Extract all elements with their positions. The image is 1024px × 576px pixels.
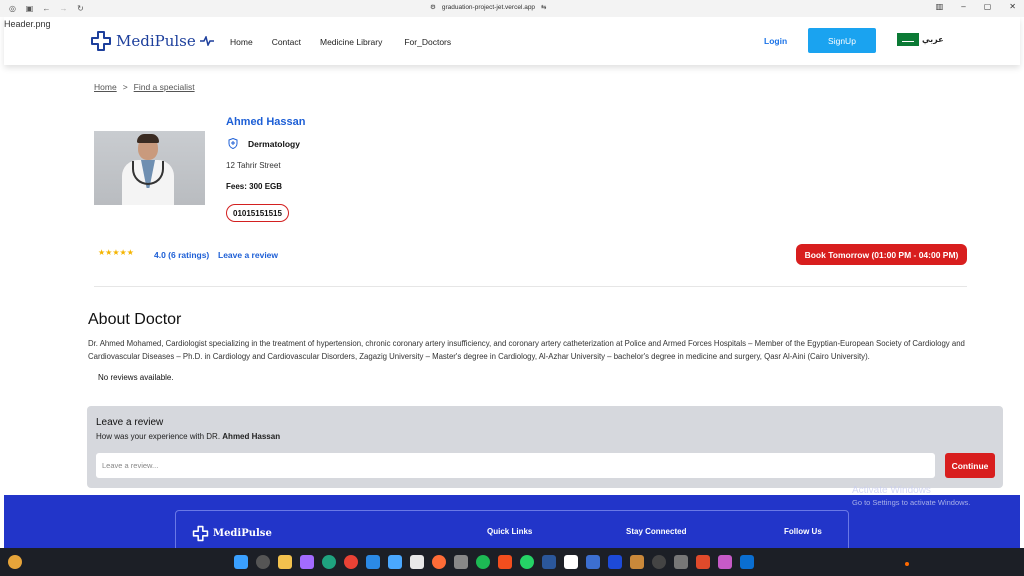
start-icon[interactable] xyxy=(234,555,248,569)
tabs-icon[interactable]: ▣ xyxy=(25,4,34,13)
doctor-photo xyxy=(94,131,205,205)
footer-logo[interactable]: MediPulse xyxy=(192,525,272,542)
nav-medicine-library[interactable]: Medicine Library xyxy=(320,37,382,47)
leave-review-link[interactable]: Leave a review xyxy=(218,250,278,260)
saudi-flag-icon[interactable] xyxy=(897,33,919,46)
phone-link-icon[interactable] xyxy=(674,555,688,569)
taskbar-apps xyxy=(234,555,754,569)
brave-icon[interactable] xyxy=(696,555,710,569)
review-subtitle: How was your experience with DR. Ahmed H… xyxy=(96,432,280,441)
doctor-fees: Fees: 300 EGB xyxy=(226,182,283,191)
store-icon[interactable] xyxy=(410,555,424,569)
nav-home[interactable]: Home xyxy=(230,37,253,47)
minimize-icon[interactable]: – xyxy=(961,2,965,11)
review-title: Leave a review xyxy=(96,417,164,428)
browser-toolbar: ◎ ▣ ← → ↻ ⚙ graduation-project-jet.verce… xyxy=(0,0,1024,17)
doctor-address: 12 Tahrir Street xyxy=(226,161,281,170)
about-text: Dr. Ahmed Mohamed, Cardiologist speciali… xyxy=(88,339,965,361)
outlook-icon[interactable] xyxy=(740,555,754,569)
notion-icon[interactable] xyxy=(564,555,578,569)
main-nav: Home Contact Medicine Library For_Doctor… xyxy=(230,37,451,47)
review-panel: Leave a review How was your experience w… xyxy=(87,406,1003,488)
pulse-icon xyxy=(199,36,214,46)
watermark-title: Activate Windows xyxy=(852,485,931,496)
breadcrumb-home[interactable]: Home xyxy=(94,82,117,92)
camera-icon[interactable] xyxy=(586,555,600,569)
review-subtitle-prefix: How was your experience with DR. xyxy=(96,432,221,441)
file-explorer-icon[interactable] xyxy=(278,555,292,569)
login-link[interactable]: Login xyxy=(764,36,787,46)
footer-quick-links: Quick Links xyxy=(487,527,533,536)
signup-button[interactable]: SignUp xyxy=(808,28,876,53)
watermark-subtitle: Go to Settings to activate Windows. xyxy=(852,498,971,507)
workspaces-icon[interactable]: ◎ xyxy=(8,4,17,13)
logo-text: MediPulse xyxy=(116,32,196,50)
continue-button[interactable]: Continue xyxy=(945,453,995,478)
breadcrumb-separator: > xyxy=(122,82,128,92)
specialty-label: Dermatology xyxy=(248,138,300,149)
notification-dot-icon xyxy=(905,562,909,566)
medical-cross-icon xyxy=(91,31,111,51)
copilot-icon[interactable] xyxy=(300,555,314,569)
settings-icon[interactable] xyxy=(388,555,402,569)
footer-content: MediPulse Quick Links Stay Connected Fol… xyxy=(175,510,849,548)
shield-icon xyxy=(228,138,238,149)
breadcrumb: Home > Find a specialist xyxy=(94,82,195,92)
book-appointment-button[interactable]: Book Tomorrow (01:00 PM - 04:00 PM) xyxy=(796,244,967,265)
rating-stars: ★★★★★ xyxy=(98,248,134,257)
lingq-icon[interactable] xyxy=(608,555,622,569)
rating-summary: 4.0 (6 ratings) xyxy=(154,250,210,260)
about-title: About Doctor xyxy=(88,311,182,328)
back-icon[interactable]: ← xyxy=(42,4,51,13)
search-icon[interactable] xyxy=(256,555,270,569)
windows-activation-watermark: Activate Windows Go to Settings to activ… xyxy=(852,485,970,507)
taskbar xyxy=(0,548,1024,576)
sidebar-toggle-icon[interactable]: ▥ xyxy=(936,2,944,11)
medical-cross-icon xyxy=(192,525,209,542)
doctor-name: Ahmed Hassan xyxy=(226,116,306,128)
forward-icon[interactable]: → xyxy=(59,4,68,13)
postman-icon[interactable] xyxy=(432,555,446,569)
github-icon[interactable] xyxy=(652,555,666,569)
no-reviews-text: No reviews available. xyxy=(98,373,174,382)
app-icon[interactable] xyxy=(454,555,468,569)
page: MediPulse Home Contact Medicine Library … xyxy=(0,17,1024,548)
site-info-icon[interactable]: ⚙ xyxy=(430,3,436,11)
url-text[interactable]: graduation-project-jet.vercel.app xyxy=(442,4,535,11)
spotify-icon[interactable] xyxy=(476,555,490,569)
doctor-specialty: Dermatology xyxy=(228,138,300,149)
address-bar[interactable]: ⚙ graduation-project-jet.vercel.app ⇆ xyxy=(430,3,547,12)
word-icon[interactable] xyxy=(542,555,556,569)
site-logo[interactable]: MediPulse xyxy=(90,30,214,52)
weather-icon[interactable] xyxy=(8,555,22,569)
active-browser-icon[interactable] xyxy=(718,555,732,569)
share-icon[interactable]: ⇆ xyxy=(541,3,546,11)
nav-contact[interactable]: Contact xyxy=(272,37,301,47)
figma-icon[interactable] xyxy=(498,555,512,569)
close-icon[interactable]: ✕ xyxy=(1009,2,1016,11)
nav-for-doctors[interactable]: For_Doctors xyxy=(404,37,451,47)
whatsapp-icon[interactable] xyxy=(520,555,534,569)
review-input[interactable] xyxy=(96,453,935,478)
maximize-icon[interactable]: ▢ xyxy=(984,2,992,11)
review-doctor-name: Ahmed Hassan xyxy=(222,432,281,441)
divider xyxy=(94,286,967,287)
edge-icon[interactable] xyxy=(322,555,336,569)
footer-follow-us: Follow Us xyxy=(784,527,822,536)
footer-logo-text: MediPulse xyxy=(213,528,272,539)
doctor-phone[interactable]: 01015151515 xyxy=(226,204,289,222)
site-header: MediPulse Home Contact Medicine Library … xyxy=(4,17,1020,65)
breadcrumb-find-specialist[interactable]: Find a specialist xyxy=(134,82,195,92)
chrome-icon[interactable] xyxy=(344,555,358,569)
media-icon[interactable] xyxy=(630,555,644,569)
vscode-icon[interactable] xyxy=(366,555,380,569)
refresh-icon[interactable]: ↻ xyxy=(76,4,85,13)
language-switch[interactable]: عربي xyxy=(922,35,944,44)
footer-stay-connected: Stay Connected xyxy=(626,527,687,536)
header-image-alt: Header.png xyxy=(4,19,51,29)
